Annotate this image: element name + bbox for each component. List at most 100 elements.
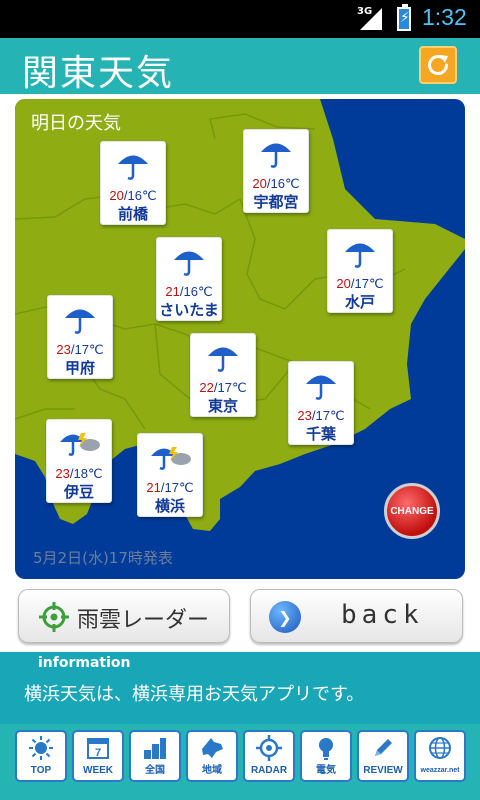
city-name: 伊豆 <box>63 483 94 501</box>
nav-review[interactable]: REVIEW <box>357 730 409 782</box>
japan-bars-icon <box>144 738 166 759</box>
city-card-maebashi[interactable]: 20/16℃ 前橋 <box>100 141 166 225</box>
temp-unit: ℃ <box>88 342 104 357</box>
city-name: 東京 <box>207 397 238 415</box>
nav-radar[interactable]: RADAR <box>243 730 295 782</box>
nav-region[interactable]: 地域 <box>186 730 238 782</box>
temp-unit: ℃ <box>231 380 247 395</box>
nav-label: 全国 <box>145 765 165 776</box>
globe-icon <box>429 737 451 759</box>
weather-map: 明日の天気 20/16℃ 前橋 20/16℃ 宇都宮 21/16℃ さいたま 2… <box>15 99 465 579</box>
city-name: 水戸 <box>344 293 375 311</box>
signal-icon <box>360 8 382 30</box>
low-temp: 17 <box>164 480 179 495</box>
information-text[interactable]: 横浜天気は、横浜専用お天気アプリです。 <box>24 680 364 706</box>
calendar-icon: 7 <box>87 738 109 759</box>
page-title: 関東天気 <box>22 53 175 94</box>
nav-label: weazzar.net <box>420 767 460 774</box>
sun-icon <box>29 736 53 760</box>
nav-nationwide[interactable]: 全国 <box>129 730 181 782</box>
battery-icon: ⚡ <box>397 4 411 31</box>
back-label: back <box>341 600 424 630</box>
low-temp: 18 <box>73 466 88 481</box>
temp-unit: ℃ <box>284 176 300 191</box>
umbrella-thunder-icon <box>60 433 100 456</box>
refresh-icon <box>428 55 448 75</box>
high-temp: 22 <box>199 380 214 395</box>
umbrella-thunder-icon <box>151 447 191 470</box>
low-temp: 17 <box>315 408 330 423</box>
app-header: 関東天気 <box>0 38 480 94</box>
crosshair-icon <box>39 602 69 632</box>
low-temp: 16 <box>127 188 142 203</box>
umbrella-icon <box>65 309 95 334</box>
radar-icon <box>256 735 282 761</box>
city-name: 前橋 <box>117 205 148 223</box>
announcement-time: 5月2日(水)17時発表 <box>33 549 173 567</box>
lightbulb-icon <box>319 738 333 760</box>
umbrella-icon <box>174 251 204 276</box>
nav-week[interactable]: 7 WEEK <box>72 730 124 782</box>
arrow-right-icon: ❯ <box>269 601 301 633</box>
nav-label: 電気 <box>316 765 336 776</box>
hokkaido-icon <box>202 738 223 758</box>
city-card-chiba[interactable]: 23/17℃ 千葉 <box>288 361 354 445</box>
temp-unit: ℃ <box>368 276 384 291</box>
nav-label: REVIEW <box>363 765 403 776</box>
high-temp: 20 <box>336 276 351 291</box>
temp-unit: ℃ <box>178 480 194 495</box>
nav-website[interactable]: weazzar.net <box>414 730 466 782</box>
high-temp: 20 <box>109 188 124 203</box>
nav-electricity[interactable]: 電気 <box>300 730 352 782</box>
city-card-kofu[interactable]: 23/17℃ 甲府 <box>47 295 113 379</box>
temp-unit: ℃ <box>87 466 103 481</box>
nav-label: TOP <box>30 765 52 776</box>
temp-unit: ℃ <box>141 188 157 203</box>
bottom-nav: TOP 7 WEEK 全国 地域 RADAR 電気 REVIEW weazzar… <box>0 724 480 800</box>
high-temp: 21 <box>165 284 180 299</box>
city-name: 甲府 <box>64 359 95 377</box>
umbrella-icon <box>261 143 291 168</box>
back-button[interactable]: ❯ back <box>250 589 463 643</box>
umbrella-icon <box>306 375 336 400</box>
city-card-utsunomiya[interactable]: 20/16℃ 宇都宮 <box>243 129 309 213</box>
high-temp: 23 <box>56 342 71 357</box>
high-temp: 23 <box>297 408 312 423</box>
low-temp: 16 <box>183 284 198 299</box>
city-name: 横浜 <box>154 497 185 515</box>
change-button[interactable]: CHANGE <box>384 483 440 539</box>
information-heading: information <box>38 655 131 671</box>
umbrella-icon <box>118 155 148 180</box>
temp-unit: ℃ <box>329 408 345 423</box>
refresh-button[interactable] <box>419 46 457 84</box>
city-card-mito[interactable]: 20/17℃ 水戸 <box>327 229 393 313</box>
city-name: 宇都宮 <box>253 193 299 211</box>
rain-radar-label: 雨雲レーダー <box>77 608 210 633</box>
information-panel: information 横浜天気は、横浜専用お天気アプリです。 <box>0 652 480 724</box>
high-temp: 21 <box>146 480 161 495</box>
low-temp: 17 <box>354 276 369 291</box>
status-bar: 3G ⚡ 1:32 <box>0 0 480 38</box>
nav-top[interactable]: TOP <box>15 730 67 782</box>
umbrella-icon <box>208 347 238 372</box>
city-name: 千葉 <box>305 425 336 443</box>
city-card-yokohama[interactable]: 21/17℃ 横浜 <box>137 433 203 517</box>
city-card-izu[interactable]: 23/18℃ 伊豆 <box>46 419 112 503</box>
nav-label: RADAR <box>250 765 288 776</box>
city-name: さいたま <box>159 301 219 319</box>
temp-unit: ℃ <box>197 284 213 299</box>
pencil-icon <box>375 739 392 756</box>
low-temp: 17 <box>74 342 89 357</box>
nav-label: WEEK <box>83 765 113 776</box>
city-card-tokyo[interactable]: 22/17℃ 東京 <box>190 333 256 417</box>
high-temp: 20 <box>252 176 267 191</box>
city-card-saitama[interactable]: 21/16℃ さいたま <box>156 237 222 321</box>
rain-radar-button[interactable]: 雨雲レーダー <box>18 589 230 643</box>
low-temp: 16 <box>270 176 285 191</box>
status-time: 1:32 <box>422 4 467 30</box>
umbrella-icon <box>345 243 375 268</box>
map-title: 明日の天気 <box>31 113 121 134</box>
low-temp: 17 <box>217 380 232 395</box>
nav-label: 地域 <box>202 765 222 776</box>
calendar-badge: 7 <box>95 747 101 759</box>
